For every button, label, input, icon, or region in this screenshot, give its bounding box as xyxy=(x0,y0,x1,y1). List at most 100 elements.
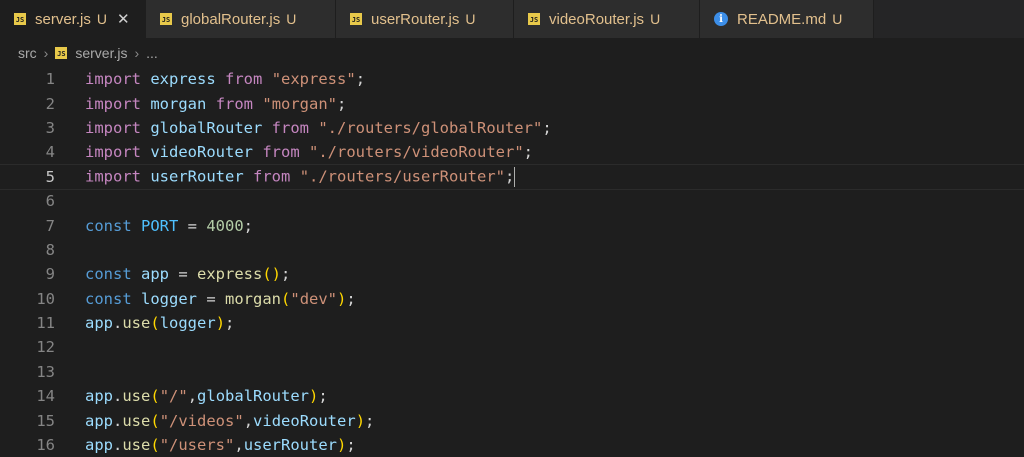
code-line[interactable]: 11 app.use(logger); xyxy=(0,311,1024,335)
untracked-badge: U xyxy=(650,11,661,27)
line-number: 10 xyxy=(36,289,55,308)
code-text: import videoRouter from "./routers/video… xyxy=(85,143,533,161)
code-token: app xyxy=(141,265,170,284)
tab-label: videoRouter.js xyxy=(549,10,645,28)
code-line[interactable]: 6 xyxy=(0,189,1024,213)
code-text: app.use(logger); xyxy=(85,314,234,332)
code-token: ( xyxy=(150,387,160,406)
code-line[interactable]: 3 import globalRouter from "./routers/glo… xyxy=(0,116,1024,140)
code-line[interactable]: 14 app.use("/",globalRouter); xyxy=(0,384,1024,408)
breadcrumb-folder-src[interactable]: src xyxy=(18,45,37,61)
code-token: express xyxy=(197,265,263,284)
code-text: import globalRouter from "./routers/glob… xyxy=(85,119,552,137)
editor-tab-bar: JS server.js U ✕ JS globalRouter.js U JS… xyxy=(0,0,1024,39)
code-token: ) xyxy=(215,314,226,333)
code-line[interactable]: 15 app.use("/videos",videoRouter); xyxy=(0,408,1024,432)
code-token: ; xyxy=(281,265,291,284)
code-token: from xyxy=(262,143,300,162)
tab-video-router-js[interactable]: JS videoRouter.js U xyxy=(514,0,700,38)
code-token: use xyxy=(122,436,151,455)
line-number: 5 xyxy=(45,167,55,186)
code-token: . xyxy=(113,314,123,333)
code-token: ) xyxy=(337,436,347,455)
untracked-badge: U xyxy=(286,11,297,27)
untracked-badge: U xyxy=(465,11,476,27)
code-token: = xyxy=(178,216,207,235)
code-line[interactable]: 2 import morgan from "morgan"; xyxy=(0,91,1024,115)
code-token: "./routers/videoRouter" xyxy=(309,143,524,162)
code-token: globalRouter xyxy=(197,387,310,406)
line-number: 15 xyxy=(36,411,55,430)
code-text: const app = express(); xyxy=(85,265,290,283)
javascript-file-icon: JS xyxy=(55,47,68,59)
javascript-file-icon: JS xyxy=(160,13,172,25)
code-line[interactable]: 1 import express from "express"; xyxy=(0,67,1024,91)
tab-label: userRouter.js xyxy=(371,10,460,28)
code-text: import express from "express"; xyxy=(85,70,365,88)
tab-global-router-js[interactable]: JS globalRouter.js U xyxy=(146,0,336,38)
code-token: "express" xyxy=(271,70,356,89)
code-line[interactable]: 5 import userRouter from "./routers/userR… xyxy=(0,163,1024,190)
code-line[interactable]: 13 xyxy=(0,360,1024,384)
code-token: ( xyxy=(150,314,160,333)
line-number: 11 xyxy=(36,314,55,333)
code-token: morgan xyxy=(150,94,207,113)
tab-readme-md[interactable]: i README.md U xyxy=(700,0,874,38)
code-token: userRouter xyxy=(243,436,338,455)
code-token: use xyxy=(122,314,151,333)
code-editor[interactable]: 1 import express from "express"; 2 import m… xyxy=(0,67,1024,457)
code-token: () xyxy=(262,265,282,284)
code-text: import morgan from "morgan"; xyxy=(85,95,346,113)
code-token: import xyxy=(85,94,141,113)
code-token: morgan xyxy=(225,289,282,308)
code-line[interactable]: 9 const app = express(); xyxy=(0,262,1024,286)
breadcrumb-file-server-js[interactable]: server.js xyxy=(75,45,127,61)
javascript-file-icon: JS xyxy=(350,13,362,25)
javascript-file-icon: JS xyxy=(14,13,26,25)
code-text: import userRouter from "./routers/userRo… xyxy=(85,166,516,187)
code-line[interactable]: 8 xyxy=(0,238,1024,262)
code-token: , xyxy=(187,387,198,406)
breadcrumb-symbols[interactable]: ... xyxy=(146,45,158,61)
javascript-file-icon: JS xyxy=(528,13,540,25)
code-text: app.use("/",globalRouter); xyxy=(85,387,328,405)
code-token: logger xyxy=(141,289,198,308)
code-token: videoRouter xyxy=(150,143,253,162)
code-token: ; xyxy=(346,289,356,308)
code-token: import xyxy=(85,118,141,137)
code-token: logger xyxy=(159,314,216,333)
code-line[interactable]: 4 import videoRouter from "./routers/vide… xyxy=(0,140,1024,164)
code-token: const xyxy=(85,265,132,284)
code-token: "./routers/globalRouter" xyxy=(318,118,543,137)
code-token: ) xyxy=(355,411,366,430)
code-token: "dev" xyxy=(290,289,338,308)
code-token: . xyxy=(113,411,123,430)
tab-server-js[interactable]: JS server.js U ✕ xyxy=(0,0,146,38)
tab-user-router-js[interactable]: JS userRouter.js U xyxy=(336,0,514,38)
code-token: app xyxy=(85,387,113,406)
close-icon[interactable]: ✕ xyxy=(117,10,130,28)
code-token: ( xyxy=(281,289,291,308)
code-text: app.use("/users",userRouter); xyxy=(85,436,356,454)
code-line[interactable]: 7 const PORT = 4000; xyxy=(0,213,1024,237)
code-line[interactable]: 16 app.use("/users",userRouter); xyxy=(0,433,1024,457)
code-line[interactable]: 12 xyxy=(0,335,1024,359)
line-number: 4 xyxy=(45,143,55,162)
code-text: const logger = morgan("dev"); xyxy=(85,290,356,308)
line-number: 6 xyxy=(45,192,55,211)
line-number: 3 xyxy=(45,118,55,137)
untracked-badge: U xyxy=(832,11,843,27)
tab-label: server.js xyxy=(35,10,91,28)
code-token: ) xyxy=(309,387,319,406)
code-line[interactable]: 10 const logger = morgan("dev"); xyxy=(0,287,1024,311)
